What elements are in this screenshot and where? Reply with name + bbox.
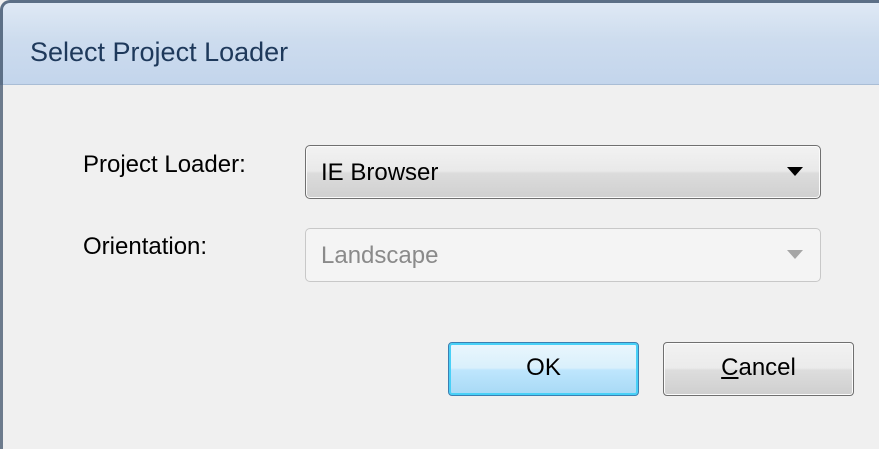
- project-loader-label: Project Loader:: [83, 151, 246, 178]
- title-bar[interactable]: Select Project Loader: [0, 0, 879, 85]
- ok-button[interactable]: OK: [448, 342, 639, 396]
- dialog-window: Select Project Loader Project Loader: IE…: [0, 0, 879, 449]
- chevron-down-icon: [787, 250, 803, 259]
- window-title: Select Project Loader: [30, 37, 289, 67]
- cancel-button-label: Cancel: [721, 343, 796, 393]
- orientation-value: Landscape: [321, 242, 439, 269]
- orientation-label: Orientation:: [83, 233, 208, 260]
- orientation-dropdown: Landscape: [305, 228, 821, 282]
- cancel-access-key: C: [721, 354, 739, 381]
- dialog-body: Project Loader: IE Browser Orientation: …: [0, 85, 879, 449]
- ok-button-label: OK: [526, 354, 561, 381]
- chevron-down-icon: [787, 167, 803, 176]
- cancel-button[interactable]: Cancel: [663, 342, 854, 396]
- cancel-label-rest: ancel: [738, 354, 796, 381]
- project-loader-dropdown[interactable]: IE Browser: [305, 145, 821, 199]
- project-loader-value: IE Browser: [321, 159, 439, 186]
